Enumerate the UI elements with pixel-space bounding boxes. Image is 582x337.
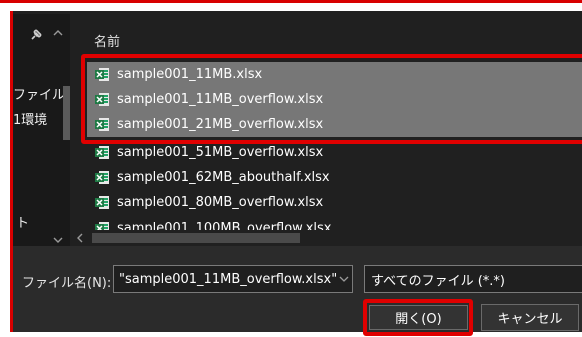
file-name: sample001_62MB_abouthalf.xlsx [117,170,330,185]
horizontal-scrollbar[interactable] [70,230,582,246]
nav-item-partial[interactable]: ト [16,212,29,231]
file-row[interactable]: sample001_51MB_overflow.xlsx [87,140,582,165]
file-row[interactable]: sample001_21MB_overflow.xlsx [87,112,582,137]
pin-icon[interactable] [29,28,43,42]
screenshot-frame: ファイル 1環境 ト 名前 sample001_11MB.xlsx sample… [0,0,582,337]
file-name: sample001_21MB_overflow.xlsx [117,117,324,132]
nav-scrollbar-thumb[interactable] [63,86,70,140]
excel-file-icon [95,118,109,131]
file-list-pane: 名前 sample001_11MB.xlsx sample001_11MB_ov… [70,14,582,246]
navigation-pane[interactable]: ファイル 1環境 ト [13,14,70,246]
excel-file-icon [95,93,109,106]
filetype-select[interactable]: すべてのファイル (*.*) [364,265,582,293]
cancel-button[interactable]: キャンセル [481,304,579,331]
open-button[interactable]: 開く(O) [369,305,468,330]
chevron-up-icon[interactable] [51,26,65,40]
nav-item-environment[interactable]: 1環境 [13,109,47,128]
file-row[interactable]: sample001_80MB_overflow.xlsx [87,190,582,215]
chevron-down-icon[interactable] [338,274,350,284]
file-name: sample001_11MB.xlsx [117,67,263,82]
chevron-down-icon[interactable] [51,234,65,246]
file-row[interactable]: sample001_62MB_abouthalf.xlsx [87,165,582,190]
chevron-left-icon[interactable] [74,232,86,244]
filename-field[interactable]: "sample001_11MB_overflow.xlsx" [113,265,353,293]
excel-file-icon [95,171,109,184]
file-name: sample001_51MB_overflow.xlsx [117,145,324,160]
file-name: sample001_11MB_overflow.xlsx [117,92,324,107]
excel-file-icon [95,146,109,159]
file-row[interactable]: sample001_11MB.xlsx [87,62,582,87]
filename-value: "sample001_11MB_overflow.xlsx" [119,271,338,287]
filetype-value: すべてのファイル (*.*) [371,273,505,289]
file-name: sample001_80MB_overflow.xlsx [117,195,324,210]
file-row[interactable]: sample001_11MB_overflow.xlsx [87,87,582,112]
excel-file-icon [95,196,109,209]
nav-item-files[interactable]: ファイル [13,84,65,103]
filename-label: ファイル名(N): [22,276,112,291]
annotation-border-top [0,0,582,3]
column-header-name[interactable]: 名前 [94,31,120,50]
horizontal-scrollbar-thumb[interactable] [92,233,300,243]
excel-file-icon [95,68,109,81]
